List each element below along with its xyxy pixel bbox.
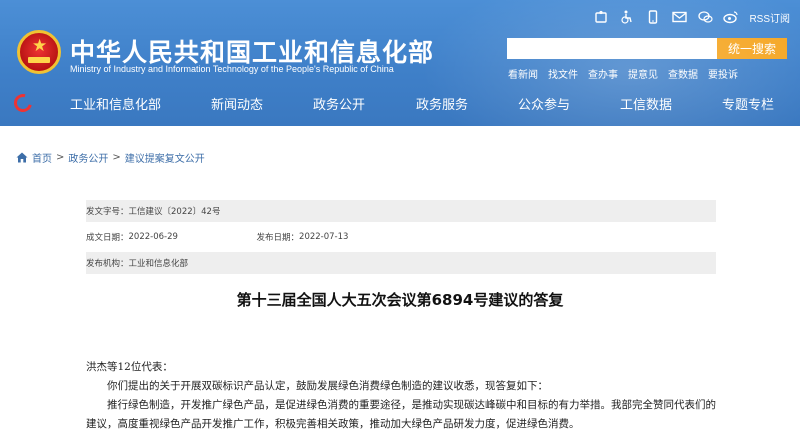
document-meta: 发文字号： 工信建议〔2022〕42号 成文日期： 2022-06-29 发布日…	[86, 200, 716, 274]
national-emblem-icon[interactable]	[17, 30, 61, 74]
quick-link-data[interactable]: 查数据	[668, 66, 698, 81]
nav-item-ministry[interactable]: 工业和信息化部	[70, 94, 161, 113]
search-input[interactable]	[507, 38, 717, 59]
quick-link-feedback[interactable]: 提意见	[628, 66, 658, 81]
quick-link-services[interactable]: 查办事	[588, 66, 618, 81]
accessibility-icon[interactable]	[619, 9, 635, 25]
weibo-icon[interactable]	[723, 9, 739, 25]
quick-link-files[interactable]: 找文件	[548, 66, 578, 81]
salutation: 洪杰等12位代表：	[86, 361, 173, 373]
issuer: 工业和信息化部	[128, 259, 189, 269]
body-paragraph: 推行绿色制造，开发推广绿色产品，是促进绿色消费的重要途径，是推动实现碳达峰碳中和…	[86, 399, 716, 430]
meta-row-dates: 成文日期： 2022-06-29 发布日期： 2022-07-13	[86, 226, 716, 248]
quick-links: 看新闻 找文件 查办事 提意见 查数据 要投诉	[508, 66, 738, 81]
top-utility-bar: RSS订阅	[593, 9, 790, 25]
body-paragraph: 你们提出的关于开展双碳标识产品认定，鼓励发展绿色消费绿色制造的建议收悉，现答复如…	[107, 380, 548, 392]
meta-row-issuer: 发布机构： 工业和信息化部	[86, 252, 716, 274]
site-header: 中华人民共和国工业和信息化部 Ministry of Industry and …	[0, 0, 800, 126]
issuer-label: 发布机构：	[86, 259, 129, 269]
meta-row-doc-number: 发文字号： 工信建议〔2022〕42号	[86, 200, 716, 222]
nav-item-gov-affairs[interactable]: 政务公开	[313, 94, 365, 113]
search-button[interactable]: 统一搜索	[717, 38, 787, 59]
nav-item-topics[interactable]: 专题专栏	[722, 94, 774, 113]
home-icon[interactable]	[16, 152, 28, 163]
nav-item-data[interactable]: 工信数据	[620, 94, 672, 113]
mobile-icon[interactable]	[645, 9, 661, 25]
rss-link[interactable]: RSS订阅	[749, 10, 790, 25]
wechat-official-icon[interactable]	[593, 9, 609, 25]
doc-number-label: 发文字号：	[86, 207, 129, 217]
quick-link-news[interactable]: 看新闻	[508, 66, 538, 81]
document-title: 第十三届全国人大五次会议第6894号建议的答复	[236, 291, 564, 309]
ministry-logo-icon[interactable]	[10, 90, 36, 116]
breadcrumb: 首页 > 政务公开 > 建议提案复文公开	[16, 150, 205, 165]
nav-item-news[interactable]: 新闻动态	[211, 94, 263, 113]
main-nav: 工业和信息化部 新闻动态 政务公开 政务服务 公众参与 工信数据 专题专栏	[0, 88, 800, 118]
nav-item-participation[interactable]: 公众参与	[518, 94, 570, 113]
breadcrumb-separator: >	[56, 152, 65, 163]
breadcrumb-separator: >	[112, 152, 121, 163]
publish-date: 2022-07-13	[299, 232, 349, 242]
breadcrumb-suggestions[interactable]: 建议提案复文公开	[125, 150, 205, 165]
mail-icon[interactable]	[671, 9, 687, 25]
breadcrumb-home[interactable]: 首页	[32, 150, 52, 165]
nav-item-gov-services[interactable]: 政务服务	[416, 94, 468, 113]
site-subtitle: Ministry of Industry and Information Tec…	[70, 64, 394, 74]
doc-number: 工信建议〔2022〕42号	[128, 207, 221, 217]
breadcrumb-gov-affairs[interactable]: 政务公开	[68, 150, 108, 165]
publish-date-label: 发布日期：	[256, 233, 300, 243]
written-date: 2022-06-29	[128, 232, 178, 242]
written-date-label: 成文日期：	[86, 233, 129, 243]
chat-icon[interactable]	[697, 9, 713, 25]
document-body: 洪杰等12位代表： 你们提出的关于开展双碳标识产品认定，鼓励发展绿色消费绿色制造…	[86, 358, 716, 434]
quick-link-complaint[interactable]: 要投诉	[708, 66, 738, 81]
